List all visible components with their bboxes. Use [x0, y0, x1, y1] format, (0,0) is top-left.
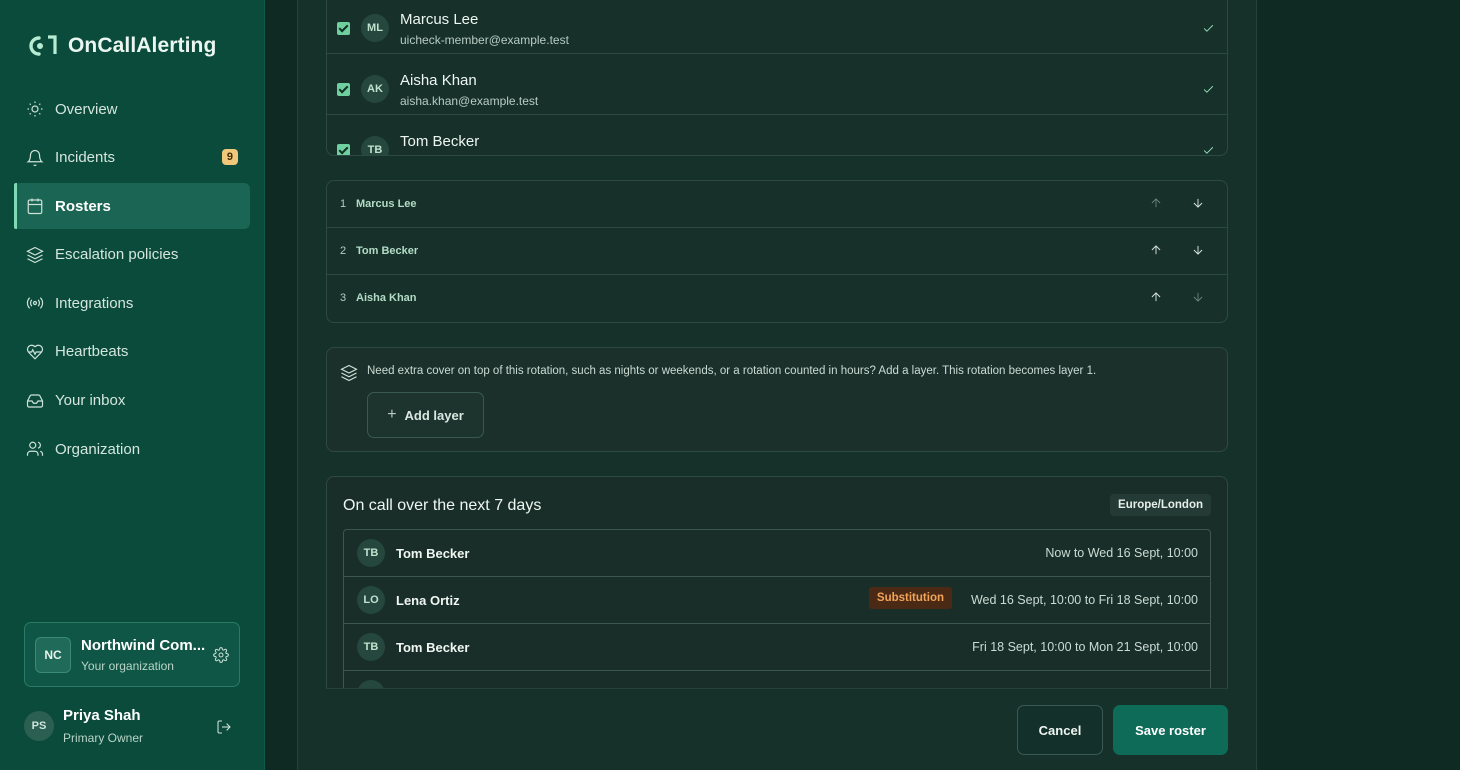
form-footer: Cancel Save roster — [326, 688, 1228, 770]
rotation-order-list: 1 Marcus Lee 2 Tom Becker 3 Aisha Khan — [326, 180, 1228, 323]
add-layer-callout: Need extra cover on top of this rotation… — [326, 347, 1228, 452]
main-nav: Overview Incidents 9 Rosters Escalation … — [14, 86, 250, 475]
sun-icon — [27, 101, 43, 117]
check-icon — [1203, 146, 1214, 154]
save-roster-button[interactable]: Save roster — [1113, 705, 1228, 755]
avatar: TB — [357, 633, 385, 661]
sidebar-item-incidents[interactable]: Incidents 9 — [14, 135, 250, 181]
broadcast-icon — [26, 297, 44, 310]
member-email: uicheck-member@example.test — [400, 33, 569, 47]
sidebar-item-overview[interactable]: Overview — [14, 86, 250, 132]
member-name: Aisha Khan — [400, 72, 477, 89]
oncall-preview: On call over the next 7 days Europe/Lond… — [326, 476, 1228, 716]
sidebar-item-label: Rosters — [55, 197, 111, 215]
member-checkbox[interactable] — [337, 22, 350, 35]
avatar: AK — [361, 75, 389, 103]
sidebar-item-label: Integrations — [55, 294, 134, 312]
org-name: Northwind Com... — [81, 637, 206, 654]
order-index: 1 — [340, 198, 347, 210]
section-title: On call over the next 7 days — [343, 497, 542, 514]
avatar: TB — [361, 136, 389, 155]
organization-switcher[interactable]: NC Northwind Com... Your organization — [24, 622, 240, 687]
cancel-button[interactable]: Cancel — [1017, 705, 1103, 755]
calendar-icon — [27, 198, 43, 215]
oncall-time-range: Wed 16 Sept, 10:00 to Fri 18 Sept, 10:00 — [970, 593, 1198, 607]
sidebar-item-your-inbox[interactable]: Your inbox — [14, 378, 250, 424]
table-row: 3 Aisha Khan — [327, 275, 1227, 322]
sidebar-item-label: Heartbeats — [55, 343, 129, 361]
oncall-name: Tom Becker — [396, 640, 470, 655]
arrow-down-icon[interactable] — [1191, 290, 1205, 304]
table-row: TB Tom Becker Now to Wed 16 Sept, 10:00 — [344, 530, 1210, 577]
table-row: LO Lena Ortiz Substitution Wed 16 Sept, … — [344, 577, 1210, 624]
user-name: Priya Shah — [63, 707, 141, 724]
sidebar-item-rosters[interactable]: Rosters — [14, 183, 250, 230]
incidents-count-badge: 9 — [221, 148, 238, 165]
sidebar-item-label: Overview — [55, 100, 118, 118]
sidebar-item-organization[interactable]: Organization — [14, 426, 250, 472]
list-item[interactable]: AK Aisha Khan aisha.khan@example.test — [327, 54, 1227, 115]
users-icon — [26, 441, 44, 456]
table-row: 2 Tom Becker — [327, 228, 1227, 275]
logo-icon — [29, 35, 57, 56]
order-member-name: Tom Becker — [356, 245, 419, 257]
member-list: ML Marcus Lee uicheck-member@example.tes… — [326, 0, 1228, 156]
table-row: 1 Marcus Lee — [327, 181, 1227, 228]
member-checkbox[interactable] — [337, 144, 350, 155]
sidebar: OnCallAlerting Overview Incidents 9 Rost… — [0, 0, 265, 770]
add-layer-label: Add layer — [404, 407, 464, 423]
plus-icon: + — [387, 406, 397, 423]
check-icon — [1203, 85, 1214, 93]
layers-icon — [340, 364, 358, 382]
arrow-up-icon[interactable] — [1149, 243, 1163, 257]
avatar: LO — [357, 586, 385, 614]
order-index: 2 — [340, 245, 347, 257]
timezone-badge: Europe/London — [1110, 494, 1211, 516]
sidebar-item-label: Escalation policies — [55, 246, 179, 264]
sidebar-item-label: Organization — [55, 440, 141, 458]
substitution-badge: Substitution — [868, 587, 952, 609]
gear-icon[interactable] — [213, 647, 229, 663]
user-role: Primary Owner — [63, 731, 144, 745]
member-email: aisha.khan@example.test — [400, 94, 539, 108]
arrow-down-icon[interactable] — [1191, 243, 1205, 257]
list-item[interactable]: TB Tom Becker — [327, 115, 1227, 155]
layers-icon — [26, 246, 44, 263]
current-user: PS Priya Shah Primary Owner — [24, 707, 240, 749]
oncall-time-range: Now to Wed 16 Sept, 10:00 — [1045, 546, 1198, 560]
order-member-name: Aisha Khan — [356, 292, 417, 304]
oncall-name: Tom Becker — [396, 546, 470, 561]
add-layer-button[interactable]: + Add layer — [367, 392, 484, 438]
brand[interactable]: OnCallAlerting — [26, 34, 216, 58]
org-avatar: NC — [35, 637, 71, 673]
order-index: 3 — [340, 292, 347, 304]
oncall-time-range: Fri 18 Sept, 10:00 to Mon 21 Sept, 10:00 — [972, 640, 1198, 654]
inbox-icon — [26, 393, 44, 408]
sidebar-item-label: Your inbox — [55, 392, 126, 410]
avatar: PS — [24, 711, 54, 741]
member-name: Tom Becker — [400, 133, 480, 150]
bell-icon — [26, 149, 44, 166]
sidebar-item-integrations[interactable]: Integrations — [14, 280, 250, 326]
table-row: TB Tom Becker Fri 18 Sept, 10:00 to Mon … — [344, 624, 1210, 671]
sidebar-item-heartbeats[interactable]: Heartbeats — [14, 329, 250, 375]
avatar: ML — [361, 14, 389, 42]
avatar: TB — [357, 539, 385, 567]
add-layer-hint: Need extra cover on top of this rotation… — [367, 365, 1097, 377]
arrow-down-icon[interactable] — [1191, 196, 1205, 210]
arrow-up-icon[interactable] — [1149, 290, 1163, 304]
heart-pulse-icon — [26, 344, 44, 360]
member-checkbox[interactable] — [337, 83, 350, 96]
oncall-name: Lena Ortiz — [396, 593, 460, 608]
logout-icon[interactable] — [216, 719, 232, 735]
list-item[interactable]: ML Marcus Lee uicheck-member@example.tes… — [327, 0, 1227, 54]
org-subtitle: Your organization — [81, 659, 174, 673]
sidebar-item-label: Incidents — [55, 149, 116, 167]
member-name: Marcus Lee — [400, 11, 479, 28]
arrow-up-icon[interactable] — [1149, 196, 1163, 210]
order-member-name: Marcus Lee — [356, 198, 417, 210]
app-name: OnCallAlerting — [68, 34, 217, 57]
check-icon — [1203, 24, 1214, 32]
sidebar-item-escalation-policies[interactable]: Escalation policies — [14, 232, 250, 278]
